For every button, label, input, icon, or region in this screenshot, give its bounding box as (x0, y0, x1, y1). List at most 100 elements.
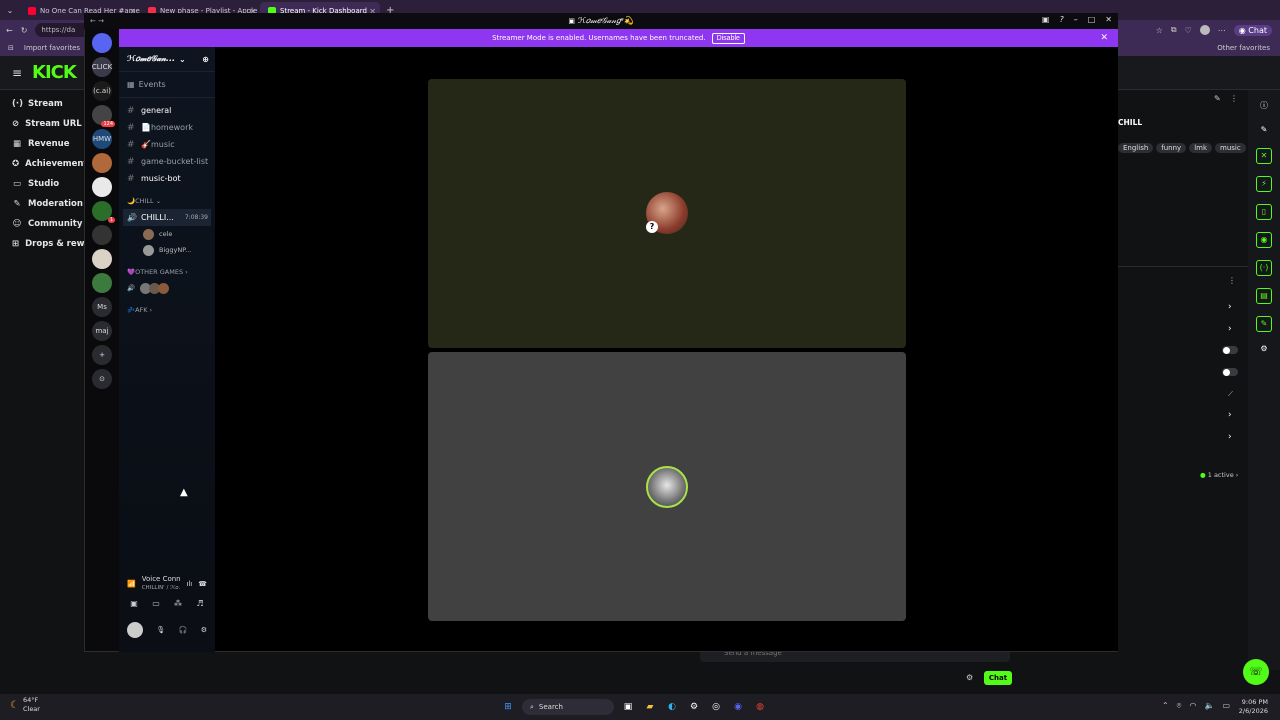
edit-icon[interactable]: ✎ (1214, 94, 1221, 103)
voice-user[interactable]: cele (119, 226, 215, 242)
headphones-icon[interactable]: 🎧 (179, 626, 188, 634)
more-options-icon[interactable]: ⋮ (1228, 276, 1236, 285)
kick-nav-achievements[interactable]: ✪ Achievements (6, 154, 86, 174)
server-icon[interactable] (92, 249, 112, 269)
discord-icon[interactable]: ◉ (730, 699, 746, 715)
settings-icon[interactable]: ⚙ (201, 626, 207, 634)
channel-homework[interactable]: # 📄homework (119, 119, 215, 136)
network-icon[interactable]: ⌾ (1177, 701, 1182, 711)
refresh-icon[interactable]: ↻ (21, 26, 28, 35)
tool-layout-icon[interactable]: ▤ (1256, 288, 1272, 304)
close-icon[interactable]: ✕ (1100, 33, 1108, 43)
server-icon[interactable]: maj (92, 321, 112, 341)
channel-game-bucket-list[interactable]: # game-bucket-list (119, 153, 215, 170)
copilot-button[interactable]: ◉ Chat (1233, 24, 1272, 36)
chrome-icon[interactable]: ◍ (752, 699, 768, 715)
server-icon[interactable] (92, 33, 112, 53)
camera-icon[interactable]: ▣ (127, 599, 141, 613)
activities-icon[interactable]: ⁂ (171, 599, 185, 613)
minimize-icon[interactable]: – (1074, 15, 1078, 24)
inbox-icon[interactable]: ▣ (1042, 15, 1050, 24)
kick-logo[interactable]: KICK (32, 62, 77, 83)
channel-music-bot[interactable]: # music-bot (119, 170, 215, 187)
server-icon[interactable]: 1 (92, 201, 115, 223)
other-favorites-link[interactable]: Other favorites (1217, 44, 1270, 52)
clock[interactable]: 9:06 PM 2/6/2026 (1239, 698, 1268, 716)
chevron-right-icon[interactable]: › (1228, 302, 1232, 312)
chat-settings-icon[interactable]: ⚙ (966, 673, 973, 682)
kick-nav-community[interactable]: ☺ Community (6, 214, 86, 234)
kick-nav-revenue[interactable]: ▦ Revenue (6, 134, 86, 154)
participant-tile[interactable] (428, 352, 906, 621)
settings-icon[interactable]: ⚙ (1248, 344, 1280, 353)
server-icon[interactable] (92, 273, 112, 293)
microphone-icon[interactable]: 🎙 (156, 626, 165, 634)
server-icon[interactable]: ⊙ (92, 369, 112, 389)
server-name-header[interactable]: ℋ𝑜𝓂𝑒𝒢𝒶𝓃... ⌄ ⊕ (119, 47, 215, 71)
kick-nav-drops[interactable]: ⊞ Drops & rewards (6, 234, 86, 254)
collections-icon[interactable]: ♡ (1185, 26, 1192, 35)
server-icon[interactable]: (c.ai) (92, 81, 112, 101)
disconnect-icon[interactable]: ☎ (198, 580, 207, 588)
kick-nav-stream[interactable]: (·) Stream (6, 94, 86, 114)
support-chat-icon[interactable]: ☏ (1243, 659, 1269, 685)
server-icon[interactable]: HMW (92, 129, 112, 149)
settings-icon[interactable]: ⚙ (686, 699, 702, 715)
tool-chat-icon[interactable]: ◉ (1256, 232, 1272, 248)
back-icon[interactable]: ← → (90, 17, 104, 25)
info-icon[interactable]: ⓘ (1248, 100, 1280, 111)
steam-icon[interactable]: ◎ (708, 699, 724, 715)
server-icon[interactable] (92, 177, 112, 197)
soundboard-icon[interactable]: ♬ (193, 599, 207, 613)
taskbar-search[interactable]: ⌕ Search (522, 699, 614, 715)
other-games-voice-users[interactable]: 🔊 (119, 280, 215, 296)
voice-user[interactable]: BiggyNP... (119, 242, 215, 258)
tool-wrench-icon[interactable]: ✎ (1256, 316, 1272, 332)
windows-start-icon[interactable]: ⊞ (500, 699, 516, 715)
toggle-switch[interactable] (1222, 346, 1238, 354)
help-icon[interactable]: ? (1059, 15, 1063, 24)
weather-widget[interactable]: ☾ 64°F Clear (10, 696, 40, 714)
disable-streamer-mode-button[interactable]: Disable (711, 32, 745, 44)
kick-nav-stream-url[interactable]: ⊘ Stream URL & Key (6, 114, 86, 134)
add-member-icon[interactable]: ⊕ (202, 55, 209, 64)
channel-general[interactable]: # general (119, 102, 215, 119)
profile-icon[interactable] (1199, 25, 1210, 35)
events-item[interactable]: ▦ Events (119, 76, 215, 93)
pencil-icon[interactable]: ✎ (1248, 125, 1280, 134)
close-icon[interactable]: ✕ (1105, 15, 1112, 24)
chevron-up-icon[interactable]: ⌃ (1162, 701, 1169, 711)
star-icon[interactable]: ☆ (1156, 26, 1163, 35)
noise-suppression-icon[interactable]: ılı (186, 580, 192, 588)
battery-icon[interactable]: ▭ (1222, 701, 1230, 711)
wifi-icon[interactable]: ◠ (1189, 701, 1196, 711)
category-other-games[interactable]: 💜OTHER GAMES › (119, 264, 215, 280)
chat-send-button[interactable]: Chat (984, 671, 1012, 685)
tool-x-icon[interactable]: ✕ (1256, 148, 1272, 164)
tool-bolt-icon[interactable]: ⚡ (1256, 176, 1272, 192)
server-icon[interactable]: 124 (92, 105, 115, 127)
kick-nav-studio[interactable]: ▭ Studio (6, 174, 86, 194)
category-afk[interactable]: 💤AFK › (119, 302, 215, 318)
tool-broadcast-icon[interactable]: (·) (1256, 260, 1272, 276)
tool-card-icon[interactable]: ▯ (1256, 204, 1272, 220)
server-icon[interactable] (92, 225, 112, 245)
screen-share-icon[interactable]: ▭ (149, 599, 163, 613)
user-avatar[interactable] (127, 622, 143, 638)
tab-list-icon[interactable]: ⌄ (0, 6, 20, 15)
volume-icon[interactable]: 🔈 (1204, 701, 1214, 711)
back-icon[interactable]: ← (6, 26, 13, 35)
toggle-switch[interactable] (1222, 368, 1238, 376)
chevron-right-icon[interactable]: › (1228, 410, 1232, 420)
chevron-right-icon[interactable]: › (1228, 432, 1232, 442)
category-chill[interactable]: 🌙CHILL ⌄ (119, 193, 215, 209)
file-explorer-icon[interactable]: ▰ (642, 699, 658, 715)
server-icon[interactable]: Ms (92, 297, 112, 317)
extensions-icon[interactable]: ⧉ (1171, 25, 1177, 35)
active-status[interactable]: ● 1 active › (1200, 471, 1238, 479)
chart-icon[interactable]: ⟋ (1228, 390, 1233, 399)
edge-icon[interactable]: ◐ (664, 699, 680, 715)
voice-channel-chillin[interactable]: 🔊 CHILLI... 7:08:39 (123, 209, 211, 226)
task-view-icon[interactable]: ▣ (620, 699, 636, 715)
menu-icon[interactable]: ≡ (12, 66, 22, 80)
